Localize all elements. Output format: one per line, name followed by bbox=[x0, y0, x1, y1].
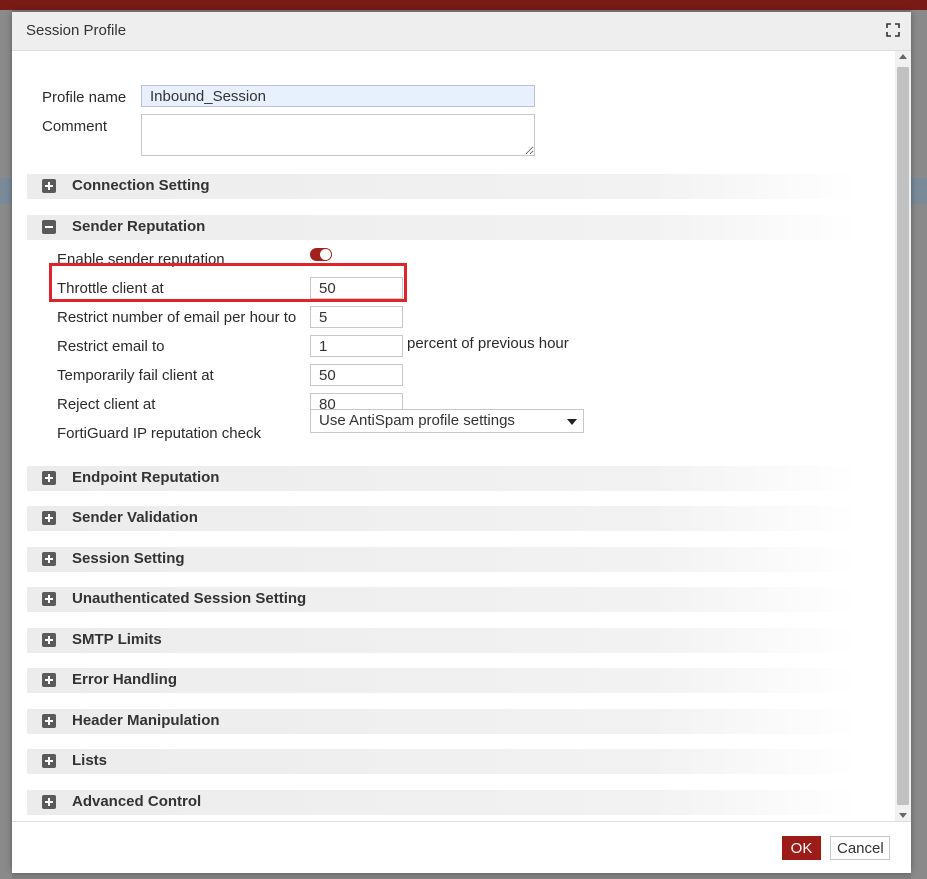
expand-icon bbox=[42, 471, 56, 485]
section-sender-reputation[interactable]: Sender Reputation bbox=[27, 215, 857, 240]
section-smtp-limits[interactable]: SMTP Limits bbox=[27, 628, 857, 653]
expand-icon bbox=[42, 511, 56, 525]
scroll-up-arrow-icon[interactable] bbox=[899, 54, 907, 59]
section-label: Advanced Control bbox=[72, 793, 202, 810]
session-profile-dialog: Session Profile Profile name Comment Con… bbox=[12, 12, 911, 873]
section-error-handling[interactable]: Error Handling bbox=[27, 668, 857, 693]
section-label: Sender Reputation bbox=[72, 218, 206, 235]
expand-icon bbox=[42, 714, 56, 728]
toggle-knob bbox=[320, 249, 331, 260]
scroll-thumb[interactable] bbox=[897, 67, 909, 805]
section-label: Header Manipulation bbox=[72, 712, 220, 729]
section-label: Session Setting bbox=[72, 550, 185, 567]
vertical-scrollbar[interactable] bbox=[895, 51, 911, 821]
expand-icon bbox=[42, 592, 56, 606]
expand-icon bbox=[42, 633, 56, 647]
section-label: Lists bbox=[72, 752, 108, 769]
maximize-icon[interactable] bbox=[886, 23, 900, 37]
expand-icon bbox=[42, 795, 56, 809]
dialog-footer: OK Cancel bbox=[12, 821, 911, 873]
profile-name-input[interactable] bbox=[141, 85, 535, 107]
section-session-setting[interactable]: Session Setting bbox=[27, 547, 857, 572]
expand-icon bbox=[42, 673, 56, 687]
comment-label: Comment bbox=[42, 118, 108, 135]
restrict-email-label: Restrict email to bbox=[57, 338, 165, 355]
dialog-header: Session Profile bbox=[12, 12, 911, 51]
ok-button[interactable]: OK bbox=[782, 836, 821, 860]
scroll-down-arrow-icon[interactable] bbox=[899, 813, 907, 818]
background-band-right bbox=[911, 178, 927, 204]
reject-client-label: Reject client at bbox=[57, 396, 156, 413]
chevron-down-icon bbox=[567, 419, 577, 425]
section-endpoint-reputation[interactable]: Endpoint Reputation bbox=[27, 466, 857, 491]
section-sender-validation[interactable]: Sender Validation bbox=[27, 506, 857, 531]
fortiguard-label: FortiGuard IP reputation check bbox=[57, 425, 261, 442]
section-label: SMTP Limits bbox=[72, 631, 162, 648]
highlight-box bbox=[49, 263, 407, 302]
section-header-manipulation[interactable]: Header Manipulation bbox=[27, 709, 857, 734]
section-label: Unauthenticated Session Setting bbox=[72, 590, 307, 607]
temp-fail-input[interactable] bbox=[310, 364, 403, 386]
expand-icon bbox=[42, 754, 56, 768]
fortiguard-select-value: Use AntiSpam profile settings bbox=[319, 412, 515, 429]
fortiguard-select[interactable]: Use AntiSpam profile settings bbox=[310, 409, 584, 433]
app-top-bar bbox=[0, 0, 927, 10]
dialog-title: Session Profile bbox=[26, 22, 127, 39]
profile-name-label: Profile name bbox=[42, 89, 127, 106]
section-unauthenticated-session-setting[interactable]: Unauthenticated Session Setting bbox=[27, 587, 857, 612]
expand-icon bbox=[42, 552, 56, 566]
comment-textarea[interactable] bbox=[141, 114, 535, 156]
enable-sender-reputation-toggle[interactable] bbox=[310, 248, 332, 261]
restrict-per-hour-input[interactable] bbox=[310, 306, 403, 328]
section-advanced-control[interactable]: Advanced Control bbox=[27, 790, 857, 815]
background-right-strip bbox=[911, 10, 927, 879]
section-connection-setting[interactable]: Connection Setting bbox=[27, 174, 857, 199]
background-left-strip bbox=[0, 10, 12, 879]
expand-icon bbox=[42, 179, 56, 193]
background-band-left bbox=[0, 178, 12, 204]
section-label: Connection Setting bbox=[72, 177, 210, 194]
collapse-icon bbox=[42, 220, 56, 234]
dialog-content: Profile name Comment Connection Setting … bbox=[12, 51, 895, 821]
restrict-email-suffix: percent of previous hour bbox=[407, 335, 569, 352]
restrict-per-hour-label: Restrict number of email per hour to bbox=[57, 309, 297, 326]
cancel-button[interactable]: Cancel bbox=[830, 836, 890, 860]
temp-fail-label: Temporarily fail client at bbox=[57, 367, 214, 384]
section-label: Sender Validation bbox=[72, 509, 198, 526]
section-label: Endpoint Reputation bbox=[72, 469, 220, 486]
restrict-email-input[interactable] bbox=[310, 335, 403, 357]
section-label: Error Handling bbox=[72, 671, 178, 688]
section-lists[interactable]: Lists bbox=[27, 749, 857, 774]
